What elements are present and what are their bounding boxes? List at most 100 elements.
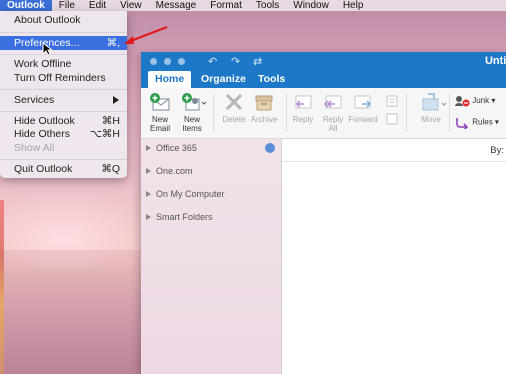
ribbon-separator [449, 94, 450, 132]
new-email-icon [149, 91, 171, 113]
menu-item-shortcut: ⌘Q [101, 163, 120, 175]
menu-message[interactable]: Message [149, 0, 204, 11]
ribbon-separator [213, 94, 214, 132]
expand-triangle-icon[interactable] [146, 191, 151, 197]
menu-item-turn-off-reminders[interactable]: Turn Off Reminders [0, 71, 127, 85]
new-items-button[interactable]: New Items [174, 91, 210, 133]
message-list-pane: By: [282, 139, 506, 374]
sync-icon[interactable]: ⇄ [253, 55, 262, 68]
submenu-arrow-icon [113, 96, 119, 104]
ribbon-separator [406, 94, 407, 132]
annotation-arrow-icon [124, 25, 168, 44]
menubar: Outlook File Edit View Message Format To… [0, 0, 506, 11]
menu-item-label: Work Offline [14, 58, 72, 70]
menu-item-shortcut: ⌘, [106, 37, 120, 49]
menu-view[interactable]: View [113, 0, 149, 11]
menu-item-about-outlook[interactable]: About Outlook [0, 13, 127, 27]
folder-label: Office 365 [156, 143, 197, 153]
title-bar: ↶ ↷ ⇄ Untit [141, 52, 506, 71]
menu-item-label: Quit Outlook [14, 163, 73, 175]
folder-office-365[interactable]: Office 365 [146, 143, 197, 153]
archive-button[interactable]: Archive [246, 91, 282, 124]
folder-smart-folders[interactable]: Smart Folders [146, 212, 213, 222]
reply-all-label-2: All [328, 124, 338, 133]
new-email-button[interactable]: New Email [142, 91, 178, 133]
expand-triangle-icon[interactable] [146, 145, 151, 151]
folder-pane: Office 365 One.com On My Computer Smart … [141, 139, 282, 374]
forward-label: Forward [348, 115, 378, 124]
archive-label: Archive [250, 115, 278, 124]
close-window-button[interactable] [150, 58, 157, 65]
ribbon-tabs: Home Organize Tools [141, 71, 506, 88]
mouse-pointer-icon [42, 42, 52, 56]
menu-item-shortcut: ⌥⌘H [89, 128, 120, 140]
window-title: Untit [484, 55, 506, 67]
attachment-icon[interactable] [385, 112, 399, 128]
minimize-window-button[interactable] [164, 58, 171, 65]
menu-separator [0, 54, 127, 55]
folder-label: On My Computer [156, 189, 225, 199]
menu-help[interactable]: Help [336, 0, 371, 11]
expand-triangle-icon[interactable] [146, 214, 151, 220]
desktop-mountains [0, 250, 150, 374]
account-sync-icon [265, 143, 275, 153]
move-icon [420, 91, 447, 113]
ribbon: New Email New Items Delete Archive Reply… [141, 88, 506, 139]
folder-on-my-computer[interactable]: On My Computer [146, 189, 225, 199]
sort-by-label[interactable]: By: [490, 145, 504, 156]
reply-all-icon [322, 91, 344, 113]
junk-label: Junk [472, 96, 490, 106]
tab-organize[interactable]: Organize [201, 71, 246, 88]
junk-button[interactable]: Junk ▾ [454, 95, 495, 107]
menu-item-show-all: Show All [0, 141, 127, 155]
forward-button[interactable]: Forward [345, 91, 381, 124]
menu-format[interactable]: Format [203, 0, 249, 11]
zoom-window-button[interactable] [178, 58, 185, 65]
menu-item-services[interactable]: Services [0, 93, 127, 107]
menu-item-work-offline[interactable]: Work Offline [0, 57, 127, 71]
new-items-label-2: Items [182, 124, 202, 133]
menu-item-preferences[interactable]: Preferences... ⌘, [0, 36, 127, 50]
menu-separator [0, 111, 127, 112]
menu-item-quit-outlook[interactable]: Quit Outlook ⌘Q [0, 162, 127, 176]
meeting-icon[interactable] [385, 94, 399, 110]
menu-outlook[interactable]: Outlook [0, 0, 52, 11]
archive-icon [253, 91, 275, 113]
menu-separator [0, 32, 127, 33]
expand-triangle-icon[interactable] [146, 168, 151, 174]
desktop-edge-strip [0, 200, 4, 374]
move-label: Move [421, 115, 441, 124]
menu-item-hide-others[interactable]: Hide Others ⌥⌘H [0, 127, 127, 141]
reply-icon [292, 91, 314, 113]
tab-tools[interactable]: Tools [258, 71, 285, 88]
menu-item-label: Show All [14, 142, 55, 154]
folder-label: Smart Folders [156, 212, 213, 222]
new-email-label-1: New [151, 115, 168, 124]
new-items-icon [181, 91, 207, 113]
menu-edit[interactable]: Edit [82, 0, 113, 11]
forward-icon [352, 91, 374, 113]
folder-one-com[interactable]: One.com [146, 166, 193, 176]
menu-item-label: Services [14, 94, 55, 106]
redo-icon[interactable]: ↷ [231, 55, 240, 68]
menu-separator [0, 89, 127, 90]
new-items-label-1: New [183, 115, 200, 124]
menu-item-hide-outlook[interactable]: Hide Outlook ⌘H [0, 114, 127, 128]
menu-item-label: Turn Off Reminders [14, 72, 106, 84]
menu-window[interactable]: Window [286, 0, 336, 11]
menu-file[interactable]: File [52, 0, 82, 11]
menu-tools[interactable]: Tools [249, 0, 286, 11]
delete-icon [223, 91, 245, 113]
folder-label: One.com [156, 166, 193, 176]
rules-button[interactable]: Rules ▾ [454, 116, 499, 131]
menu-separator [0, 159, 127, 160]
new-email-label-2: Email [149, 124, 170, 133]
menu-item-label: Hide Outlook [14, 115, 75, 127]
move-button[interactable]: Move [413, 91, 449, 124]
outlook-app-menu: About Outlook Preferences... ⌘, Work Off… [0, 11, 127, 178]
undo-icon[interactable]: ↶ [208, 55, 217, 68]
menu-item-shortcut: ⌘H [101, 115, 120, 127]
rules-label: Rules [472, 117, 493, 127]
message-list-header: By: [282, 139, 506, 162]
tab-home[interactable]: Home [148, 71, 192, 88]
